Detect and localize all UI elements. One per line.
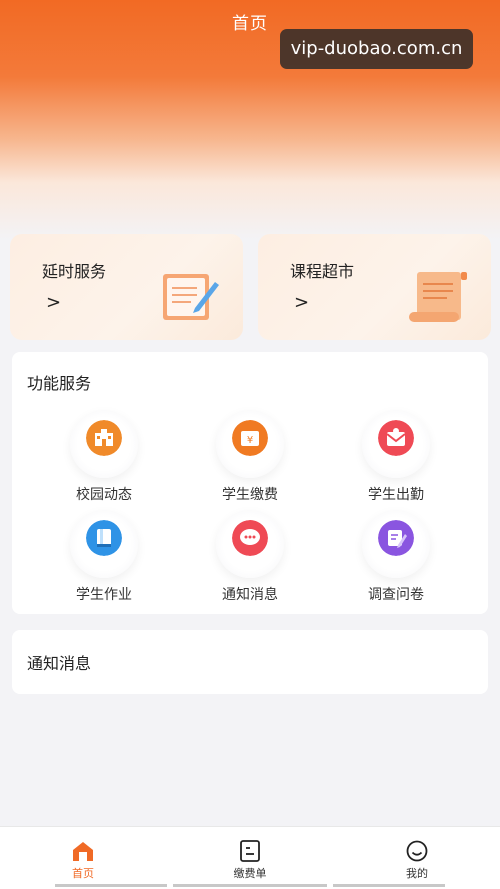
function-services-panel: 功能服务 校园动态 ¥ 学生缴费 学生出勤 学生作业 通知消息 调查问卷	[12, 352, 488, 614]
tab-label: 缴费单	[233, 867, 267, 880]
icon-halo: ¥	[216, 410, 284, 478]
service-card-title: 延时服务	[42, 262, 107, 281]
notice-panel[interactable]: 通知消息	[12, 630, 488, 694]
chevron-right-icon: >	[46, 292, 62, 313]
tab-bills[interactable]: 缴费单	[167, 827, 333, 889]
payment-bag-icon: ¥	[232, 420, 268, 456]
func-label: 学生作业	[76, 587, 132, 603]
school-building-icon	[86, 420, 122, 456]
icon-halo	[362, 510, 430, 578]
service-card-delay[interactable]: 延时服务 >	[10, 234, 243, 340]
icon-halo	[70, 510, 138, 578]
service-card-title: 课程超市	[290, 262, 355, 281]
section-title: 通知消息	[27, 654, 92, 673]
icon-halo	[362, 410, 430, 478]
bottom-tab-bar: 首页 缴费单 我的	[0, 826, 500, 889]
func-label: 调查问卷	[368, 587, 424, 603]
svg-text:¥: ¥	[247, 435, 253, 446]
icon-halo	[216, 510, 284, 578]
func-label: 校园动态	[76, 487, 132, 503]
watermark: vip-duobao.com.cn	[280, 29, 473, 69]
section-title: 功能服务	[27, 374, 92, 393]
func-label: 学生出勤	[368, 487, 424, 503]
tab-profile[interactable]: 我的	[334, 827, 500, 889]
func-label: 学生缴费	[222, 487, 278, 503]
homework-book-icon	[86, 520, 122, 556]
home-indicator	[55, 884, 445, 888]
home-icon	[73, 842, 93, 861]
scroll-doc-icon	[409, 272, 467, 322]
func-survey[interactable]: 调查问卷	[326, 510, 466, 603]
func-label: 通知消息	[222, 587, 278, 603]
bill-icon	[240, 840, 260, 862]
message-bubble-icon	[232, 520, 268, 556]
attendance-envelope-icon	[378, 420, 414, 456]
chevron-right-icon: >	[294, 292, 310, 313]
service-card-course[interactable]: 课程超市 >	[258, 234, 491, 340]
tab-home[interactable]: 首页	[0, 827, 166, 889]
func-student-homework[interactable]: 学生作业	[34, 510, 174, 603]
func-student-payment[interactable]: ¥ 学生缴费	[180, 410, 320, 503]
tab-label: 首页	[72, 867, 94, 880]
func-campus-news[interactable]: 校园动态	[34, 410, 174, 503]
func-notice-messages[interactable]: 通知消息	[180, 510, 320, 603]
smile-icon	[406, 840, 428, 862]
func-student-attendance[interactable]: 学生出勤	[326, 410, 466, 503]
tab-label: 我的	[406, 867, 428, 880]
document-pencil-icon	[163, 274, 219, 320]
icon-halo	[70, 410, 138, 478]
survey-edit-icon	[378, 520, 414, 556]
